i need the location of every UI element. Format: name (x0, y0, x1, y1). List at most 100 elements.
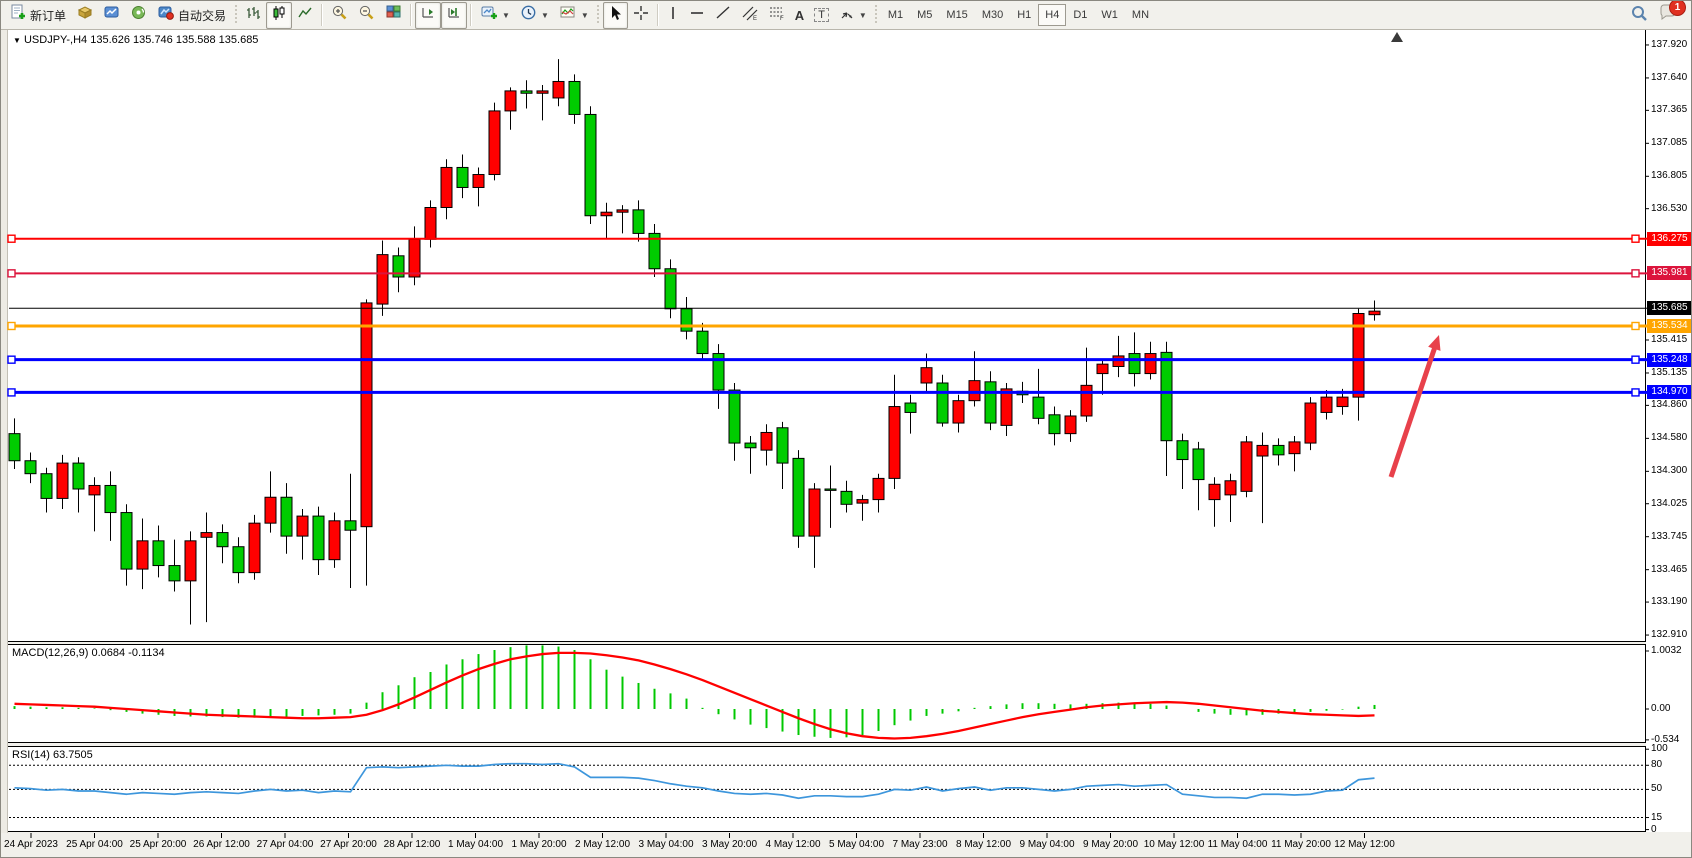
price-badge: 135.248 (1647, 353, 1692, 367)
step-forward-icon (446, 5, 462, 26)
rsi-tick-label: 100 (1651, 743, 1668, 754)
equidistant-channel-tool[interactable]: E (736, 2, 763, 29)
rsi-pane[interactable] (8, 746, 1646, 832)
zoom-in-icon (331, 4, 348, 26)
price-tick-label: 134.300 (1651, 465, 1687, 476)
new-order-label: 新订单 (30, 7, 66, 24)
new-chart-button[interactable]: ▼ (475, 1, 515, 29)
time-label: 2 May 12:00 (575, 839, 630, 850)
periods-caret: ▼ (541, 11, 549, 20)
time-label: 9 May 20:00 (1083, 839, 1138, 850)
chart-title: ▼ USDJPY-,H4 135.626 135.746 135.588 135… (13, 34, 258, 46)
arrows-icon (839, 5, 855, 26)
new-order-button[interactable]: 新订单 (5, 1, 71, 29)
time-label: 3 May 04:00 (638, 839, 693, 850)
new-chart-caret: ▼ (502, 11, 510, 20)
timeframe-m30[interactable]: M30 (975, 4, 1010, 26)
time-label: 9 May 04:00 (1019, 839, 1074, 850)
price-tick-label: 136.530 (1651, 203, 1687, 214)
line-chart-button[interactable] (292, 2, 318, 29)
rsi-tick-label: 15 (1651, 812, 1662, 823)
price-tick-label: 133.465 (1651, 564, 1687, 575)
svg-text:E: E (753, 16, 757, 21)
fibonacci-icon: F (768, 5, 785, 26)
price-badge: 136.275 (1647, 232, 1692, 246)
timeframe-w1[interactable]: W1 (1094, 4, 1125, 26)
cursor-tool-button[interactable] (603, 2, 628, 29)
timeframe-mn[interactable]: MN (1125, 4, 1156, 26)
horizontal-line-tool[interactable] (684, 3, 710, 28)
time-label: 5 May 04:00 (829, 839, 884, 850)
cube-button[interactable] (71, 1, 98, 29)
crosshair-tool-button[interactable] (628, 2, 654, 29)
periods-button[interactable]: ▼ (515, 1, 554, 29)
text-tool[interactable]: A (790, 5, 809, 26)
tile-windows-icon (385, 4, 402, 26)
timeframe-m5[interactable]: M5 (910, 4, 939, 26)
cube-icon (76, 4, 93, 26)
timeframe-d1[interactable]: D1 (1066, 4, 1094, 26)
rsi-tick-label: 50 (1651, 783, 1662, 794)
window-left-edge (1, 30, 8, 858)
trendline-tool[interactable] (710, 2, 736, 28)
price-tick-label: 134.580 (1651, 432, 1687, 443)
vertical-line-icon (667, 5, 679, 26)
collapse-arrow-icon[interactable]: ▼ (13, 36, 21, 45)
timeframe-m1[interactable]: M1 (881, 4, 910, 26)
svg-text:F: F (780, 16, 784, 21)
line-chart-icon (297, 5, 313, 26)
step-forward-button[interactable] (441, 2, 467, 29)
label-tool[interactable]: T (809, 5, 834, 25)
time-label: 1 May 20:00 (511, 839, 566, 850)
rsi-tick-label: 0 (1651, 824, 1657, 835)
arrange-charts-icon (420, 5, 436, 26)
text-icon: A (795, 8, 804, 23)
price-tick-label: 135.415 (1651, 334, 1687, 345)
bar-chart-icon (245, 5, 261, 26)
new-chart-icon (480, 4, 498, 26)
time-label: 10 May 12:00 (1144, 839, 1205, 850)
timeframe-m15[interactable]: M15 (939, 4, 974, 26)
clock-icon (520, 4, 537, 26)
candlestick-chart-icon (271, 5, 287, 26)
timeframe-h4[interactable]: H4 (1038, 4, 1066, 26)
notifications-button[interactable]: 1 (1653, 0, 1683, 30)
bar-chart-button[interactable] (240, 2, 266, 29)
arrange-charts-button[interactable] (415, 2, 441, 29)
zoom-in-button[interactable] (326, 1, 353, 29)
mt4-terminal: 新订单 自动交易 (0, 0, 1692, 858)
time-label: 27 Apr 20:00 (320, 839, 377, 850)
chart-window-button[interactable] (98, 1, 125, 29)
time-label: 27 Apr 04:00 (257, 839, 314, 850)
indicators-button[interactable]: ▼ (554, 1, 594, 29)
cursor-icon (608, 5, 623, 26)
search-button[interactable] (1625, 1, 1653, 30)
price-badge: 135.981 (1647, 266, 1692, 280)
auto-trading-label: 自动交易 (178, 7, 226, 24)
candlestick-chart-button[interactable] (266, 2, 292, 29)
signals-button[interactable] (125, 1, 152, 29)
vertical-line-tool[interactable] (662, 2, 684, 29)
tile-windows-button[interactable] (380, 1, 407, 29)
auto-trading-button[interactable]: 自动交易 (152, 1, 231, 29)
channel-icon: E (741, 5, 758, 26)
arrows-tool[interactable]: ▼ (834, 2, 872, 29)
macd-pane[interactable] (8, 644, 1646, 743)
price-tick-label: 134.025 (1651, 498, 1687, 509)
rsi-label: RSI(14) 63.7505 (12, 749, 93, 761)
indicators-caret: ▼ (581, 11, 589, 20)
main-chart-pane[interactable] (8, 30, 1646, 642)
new-order-icon (10, 4, 27, 26)
label-icon: T (814, 8, 829, 22)
fibonacci-tool[interactable]: F (763, 2, 790, 29)
price-badge: 135.534 (1647, 319, 1692, 333)
indicators-icon (559, 4, 577, 26)
time-label: 28 Apr 12:00 (384, 839, 441, 850)
arrows-caret: ▼ (859, 11, 867, 20)
timeframe-h1[interactable]: H1 (1010, 4, 1038, 26)
time-label: 3 May 20:00 (702, 839, 757, 850)
zoom-out-button[interactable] (353, 1, 380, 29)
time-label: 12 May 12:00 (1334, 839, 1395, 850)
price-tick-label: 132.910 (1651, 629, 1687, 640)
price-tick-label: 134.860 (1651, 399, 1687, 410)
